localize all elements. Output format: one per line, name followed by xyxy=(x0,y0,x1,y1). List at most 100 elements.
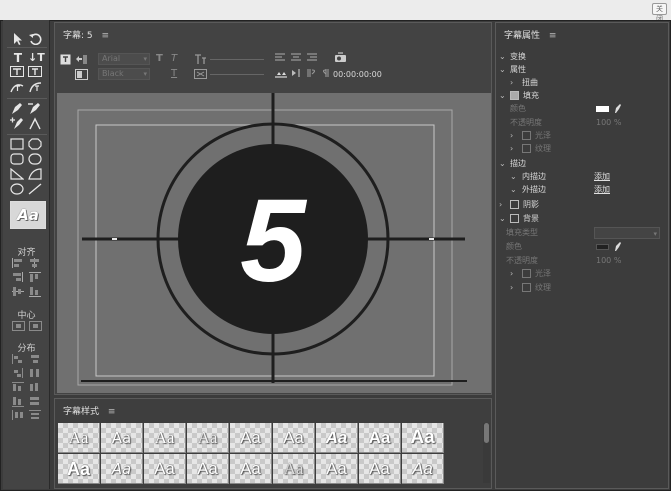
align-horizontal-center-icon[interactable] xyxy=(12,286,24,296)
ellipse-tool-icon[interactable] xyxy=(10,183,26,197)
distribute-horizontal-even-icon[interactable] xyxy=(29,368,41,378)
rotate-tool-icon[interactable] xyxy=(28,32,44,46)
styles-scrollbar[interactable] xyxy=(483,423,490,483)
stroke-section[interactable]: ⌄ 描边 xyxy=(496,158,668,170)
center-vertical-icon[interactable] xyxy=(29,321,42,331)
style-swatch[interactable]: Aa xyxy=(58,454,100,484)
clipped-corner-rectangle-tool-icon[interactable] xyxy=(28,138,44,152)
roll-crawl-options-icon[interactable] xyxy=(75,54,88,69)
rectangle-tool-icon[interactable] xyxy=(10,138,26,152)
align-text-left-icon[interactable] xyxy=(274,53,286,67)
background-texture-checkbox[interactable] xyxy=(522,283,531,292)
line-tool-icon[interactable] xyxy=(28,183,44,197)
background-texture-row[interactable]: › 纹理 xyxy=(496,282,668,294)
tab-stop-paragraph-icon[interactable] xyxy=(306,68,318,82)
style-swatch[interactable]: Aa xyxy=(230,423,272,453)
add-outer-stroke-link[interactable]: 添加 xyxy=(594,184,610,196)
kerning-slider[interactable] xyxy=(210,74,264,75)
tab-stops-icon[interactable] xyxy=(274,68,288,83)
background-sheen-row[interactable]: › 光泽 xyxy=(496,268,668,280)
attributes-section[interactable]: ⌄ 属性 xyxy=(496,64,668,76)
new-title-icon[interactable] xyxy=(60,54,71,69)
style-swatch[interactable]: Aa xyxy=(144,423,186,453)
font-size-slider[interactable] xyxy=(210,59,264,60)
style-swatch[interactable]: Aa xyxy=(101,454,143,484)
background-opacity-value[interactable]: 100 % xyxy=(596,255,621,267)
fill-type-dropdown[interactable]: ▾ xyxy=(594,227,660,239)
distribute-left-icon[interactable] xyxy=(12,354,24,364)
style-swatch[interactable]: Aa xyxy=(402,423,444,453)
outer-stroke-row[interactable]: ⌄ 外描边 添加 xyxy=(496,184,668,196)
selection-tool-icon[interactable] xyxy=(11,32,27,46)
background-checkbox[interactable] xyxy=(510,214,519,223)
align-left-icon[interactable] xyxy=(12,258,24,268)
distribute-right-icon[interactable] xyxy=(12,368,24,378)
eyedropper-icon[interactable] xyxy=(614,242,622,252)
style-swatch[interactable]: Aa xyxy=(359,423,401,453)
tab-stop-alt-icon[interactable] xyxy=(320,68,332,82)
background-timecode[interactable]: 00:00:00:00 xyxy=(333,70,382,79)
background-section[interactable]: ⌄ 背景 xyxy=(496,213,668,225)
style-swatch[interactable]: Aa xyxy=(359,454,401,484)
area-type-tool-icon[interactable] xyxy=(10,66,26,80)
style-swatch[interactable]: Aa xyxy=(187,454,229,484)
style-swatch[interactable]: Aa xyxy=(101,423,143,453)
transform-section[interactable]: ⌄ 变换 xyxy=(496,51,668,63)
align-text-center-icon[interactable] xyxy=(290,53,302,67)
title-canvas[interactable]: 5 xyxy=(57,93,491,393)
style-swatch[interactable]: Aa xyxy=(144,454,186,484)
tab-stop-right-icon[interactable] xyxy=(290,68,302,82)
title-panel-tab[interactable]: 字幕: 5 ≡ xyxy=(63,28,109,41)
style-swatch[interactable]: Aa xyxy=(316,423,358,453)
close-button[interactable]: 关闭 xyxy=(652,3,667,23)
eyedropper-icon[interactable] xyxy=(614,104,622,114)
convert-anchor-point-tool-icon[interactable] xyxy=(28,117,44,131)
italic-icon[interactable]: T xyxy=(171,53,177,65)
panel-menu-icon[interactable]: ≡ xyxy=(102,31,110,41)
pen-tool-icon[interactable] xyxy=(10,102,26,116)
arc-tool-icon[interactable] xyxy=(28,168,44,182)
distribute-vertical-even-icon[interactable] xyxy=(29,396,41,406)
style-swatch[interactable]: Aa xyxy=(187,423,229,453)
align-text-right-icon[interactable] xyxy=(306,53,318,67)
distribute-center-vertical-icon[interactable] xyxy=(29,382,41,392)
kerning-icon[interactable] xyxy=(194,68,208,84)
style-swatch[interactable]: Aa xyxy=(230,454,272,484)
style-swatch[interactable]: Aa xyxy=(402,454,444,484)
scrollbar-thumb[interactable] xyxy=(484,423,489,443)
background-sheen-checkbox[interactable] xyxy=(522,269,531,278)
panel-menu-icon[interactable]: ≡ xyxy=(549,31,557,41)
fill-color-swatch[interactable] xyxy=(596,106,609,112)
wedge-tool-icon[interactable] xyxy=(10,168,26,182)
sheen-row[interactable]: › 光泽 xyxy=(496,130,668,142)
vertical-area-type-tool-icon[interactable] xyxy=(28,66,44,80)
rounded-rectangle-tool-icon[interactable] xyxy=(28,153,44,167)
distribute-top-icon[interactable] xyxy=(12,382,24,392)
fill-checkbox[interactable] xyxy=(510,91,519,100)
align-bottom-icon[interactable] xyxy=(29,286,41,297)
bold-icon[interactable]: T xyxy=(156,53,163,65)
style-swatch[interactable]: Aa xyxy=(58,423,100,453)
distribute-center-horizontal-icon[interactable] xyxy=(29,354,41,364)
distribute-even-top-icon[interactable] xyxy=(29,410,41,420)
font-family-dropdown[interactable]: Arial ▾ xyxy=(98,53,150,65)
sheen-checkbox[interactable] xyxy=(522,131,531,140)
shadow-checkbox[interactable] xyxy=(510,200,519,209)
distort-section[interactable]: › 扭曲 xyxy=(496,77,668,89)
type-tool-icon[interactable]: T xyxy=(10,51,26,65)
font-size-icon[interactable] xyxy=(194,53,208,69)
vertical-path-type-tool-icon[interactable] xyxy=(28,81,44,95)
distribute-bottom-icon[interactable] xyxy=(12,396,24,407)
font-style-dropdown[interactable]: Black ▾ xyxy=(98,68,150,80)
styles-panel-tab[interactable]: 字幕样式 ≡ xyxy=(63,404,115,417)
add-anchor-point-tool-icon[interactable] xyxy=(10,117,26,131)
texture-checkbox[interactable] xyxy=(522,144,531,153)
rounded-corner-rectangle-tool-icon[interactable] xyxy=(10,153,26,167)
align-right-icon[interactable] xyxy=(12,272,24,282)
align-top-icon[interactable] xyxy=(29,272,41,282)
fill-section[interactable]: ⌄ 填充 xyxy=(496,90,668,102)
style-swatch[interactable]: Aa xyxy=(316,454,358,484)
panel-menu-icon[interactable]: ≡ xyxy=(108,407,116,417)
show-background-video-icon[interactable] xyxy=(334,52,347,69)
distribute-even-left-icon[interactable] xyxy=(12,410,24,420)
